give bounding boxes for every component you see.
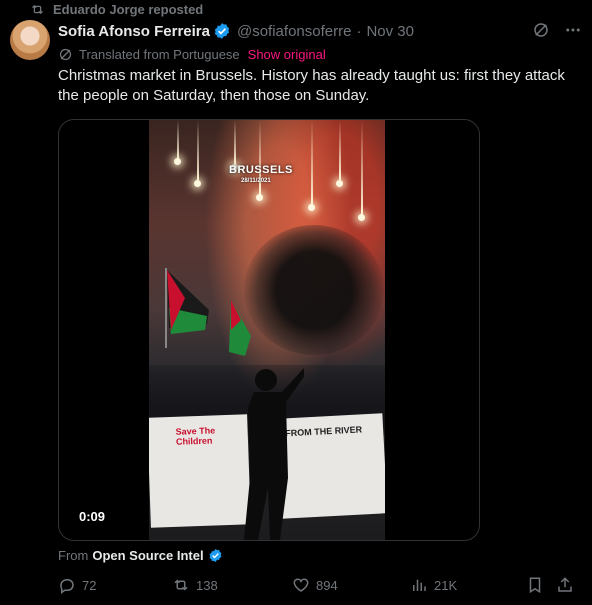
reply-icon xyxy=(60,579,74,594)
string-light xyxy=(177,120,179,160)
retweet-count: 138 xyxy=(196,577,218,593)
bookmark-icon xyxy=(529,577,541,594)
string-light xyxy=(339,120,341,180)
views-count: 21K xyxy=(434,577,458,593)
repost-label: Eduardo Jorge reposted xyxy=(53,1,204,17)
views-button[interactable]: 21K xyxy=(410,576,457,594)
flag xyxy=(165,268,209,348)
banner-left-text: Save The Children xyxy=(175,425,216,447)
video-timestamp: 0:09 xyxy=(79,509,106,524)
tweet-date[interactable]: Nov 30 xyxy=(366,23,414,40)
light-bulb xyxy=(194,180,201,187)
repost-icon xyxy=(32,4,43,14)
action-bar: 72 138 894 21K xyxy=(58,575,578,595)
bookmark-button[interactable] xyxy=(526,576,544,594)
light-bulb xyxy=(336,180,343,187)
string-light xyxy=(197,120,199,180)
video-overlay-city: BRUSSELS xyxy=(229,164,293,176)
source-name[interactable]: Open Source Intel xyxy=(92,548,203,563)
reply-count: 72 xyxy=(82,577,97,593)
grok-icon[interactable] xyxy=(532,21,550,39)
separator-dot: · xyxy=(356,22,362,40)
source-attribution: From Open Source Intel xyxy=(58,546,223,564)
retweet-button[interactable]: 138 xyxy=(172,576,218,594)
share-icon xyxy=(558,577,572,592)
light-bulb xyxy=(308,204,315,211)
reply-button[interactable]: 72 xyxy=(58,576,96,594)
light-bulb xyxy=(358,214,365,221)
author-name[interactable]: Sofia Afonso Ferreira xyxy=(58,23,210,40)
translated-label: Translated from Portuguese xyxy=(79,46,240,62)
like-button[interactable]: 894 xyxy=(292,576,338,594)
avatar[interactable] xyxy=(10,20,50,60)
translation-note: Translated from Portuguese Show original xyxy=(58,45,326,63)
light-bulb xyxy=(174,158,181,165)
like-icon xyxy=(293,578,309,592)
author-handle[interactable]: @sofiafonsoferre xyxy=(237,23,351,40)
video-player[interactable]: BRUSSELS 28/11/2021 Save The Children FR… xyxy=(58,119,480,541)
tweet-text: Christmas market in Brussels. History ha… xyxy=(58,67,565,104)
verified-icon xyxy=(209,548,222,562)
show-original-link[interactable]: Show original xyxy=(248,47,326,62)
string-light xyxy=(234,120,236,165)
retweet-icon xyxy=(174,579,188,591)
person-silhouette xyxy=(244,368,304,540)
tweet-header: Sofia Afonso Ferreira @sofiafonsoferre ·… xyxy=(58,21,582,41)
string-light xyxy=(311,120,313,205)
views-icon xyxy=(413,579,426,591)
translate-icon xyxy=(59,48,72,60)
banner-left: Save The Children xyxy=(149,414,251,528)
repost-indicator[interactable]: Eduardo Jorge reposted xyxy=(30,1,203,17)
share-button[interactable] xyxy=(556,576,574,594)
smoke-cloud xyxy=(244,225,384,355)
verified-icon xyxy=(214,23,230,39)
video-overlay-date: 28/11/2021 xyxy=(241,178,271,184)
header-actions xyxy=(532,21,582,39)
string-light xyxy=(361,120,363,215)
video-frame[interactable]: BRUSSELS 28/11/2021 Save The Children FR… xyxy=(149,120,385,540)
from-prefix: From xyxy=(58,547,89,563)
like-count: 894 xyxy=(316,577,338,593)
more-icon[interactable] xyxy=(564,21,582,39)
flag xyxy=(229,300,251,356)
light-bulb xyxy=(256,194,263,201)
